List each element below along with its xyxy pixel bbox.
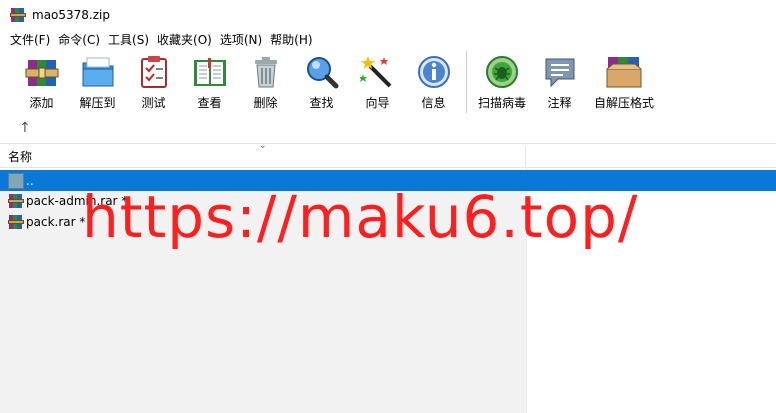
info-button[interactable]: 信息: [406, 49, 461, 111]
add-label: 添加: [29, 96, 54, 110]
extract-to-label: 解压到: [79, 96, 116, 110]
menu-tools[interactable]: 工具(S): [104, 31, 153, 48]
delete-trash-icon: [247, 53, 285, 91]
watermark-url: https://maku6.top/: [82, 183, 639, 251]
folder-up-icon: [8, 172, 24, 189]
menu-bar: 文件(F) 命令(C) 工具(S) 收藏夹(O) 选项(N) 帮助(H): [0, 29, 776, 49]
wizard-button[interactable]: 向导: [350, 49, 405, 111]
list-item-name: ..: [26, 173, 34, 188]
list-item-name: pack.rar *: [26, 214, 86, 229]
wizard-wand-icon: [359, 53, 397, 91]
test-button[interactable]: 测试: [126, 49, 181, 111]
list-top-divider: [0, 143, 776, 144]
delete-button[interactable]: 删除: [238, 49, 293, 111]
sfx-box-icon: [605, 53, 643, 91]
sfx-button[interactable]: 自解压格式: [588, 49, 660, 111]
find-button[interactable]: 查找: [294, 49, 349, 111]
menu-file[interactable]: 文件(F): [6, 31, 54, 48]
virus-scan-label: 扫描病毒: [477, 96, 526, 110]
test-label: 测试: [141, 96, 166, 110]
menu-options[interactable]: 选项(N): [216, 31, 266, 48]
delete-label: 删除: [253, 96, 278, 110]
comment-label: 注释: [547, 96, 572, 110]
comment-icon: [541, 53, 579, 91]
virus-scan-button[interactable]: 扫描病毒: [473, 49, 531, 111]
winrar-app-icon: [10, 7, 26, 23]
view-button[interactable]: 查看: [182, 49, 237, 111]
extract-to-icon: [79, 53, 117, 91]
winrar-window: mao5378.zip 文件(F) 命令(C) 工具(S) 收藏夹(O) 选项(…: [0, 0, 776, 413]
up-arrow-icon[interactable]: ↑: [19, 120, 31, 136]
view-label: 查看: [197, 96, 222, 110]
column-name-label: 名称: [8, 150, 33, 164]
file-list-header: 名称: [0, 145, 776, 168]
add-button[interactable]: 添加: [14, 49, 69, 111]
menu-help[interactable]: 帮助(H): [266, 31, 316, 48]
address-bar-row: ↑: [0, 115, 776, 143]
comment-button[interactable]: 注释: [532, 49, 587, 111]
test-icon: [135, 53, 173, 91]
find-magnifier-icon: [303, 53, 341, 91]
menu-favorites[interactable]: 收藏夹(O): [153, 31, 216, 48]
info-icon: [415, 53, 453, 91]
window-title: mao5378.zip: [32, 7, 110, 22]
column-header-name[interactable]: 名称: [0, 145, 526, 168]
menu-commands[interactable]: 命令(C): [54, 31, 104, 48]
wizard-label: 向导: [365, 96, 390, 110]
extract-to-button[interactable]: 解压到: [70, 49, 125, 111]
info-label: 信息: [421, 96, 446, 110]
sfx-label: 自解压格式: [593, 96, 654, 110]
add-archive-icon: [23, 53, 61, 91]
view-book-icon: [191, 53, 229, 91]
rar-archive-icon: [8, 193, 24, 209]
toolbar-separator: [466, 51, 467, 113]
rar-archive-icon: [8, 214, 24, 230]
toolbar: 添加 解压到 测试 查看 删除 查找 向导 信息 扫描病毒 注释 自解压格式: [0, 49, 776, 115]
title-bar: mao5378.zip: [0, 0, 776, 29]
find-label: 查找: [309, 96, 334, 110]
virus-scan-icon: [483, 53, 521, 91]
